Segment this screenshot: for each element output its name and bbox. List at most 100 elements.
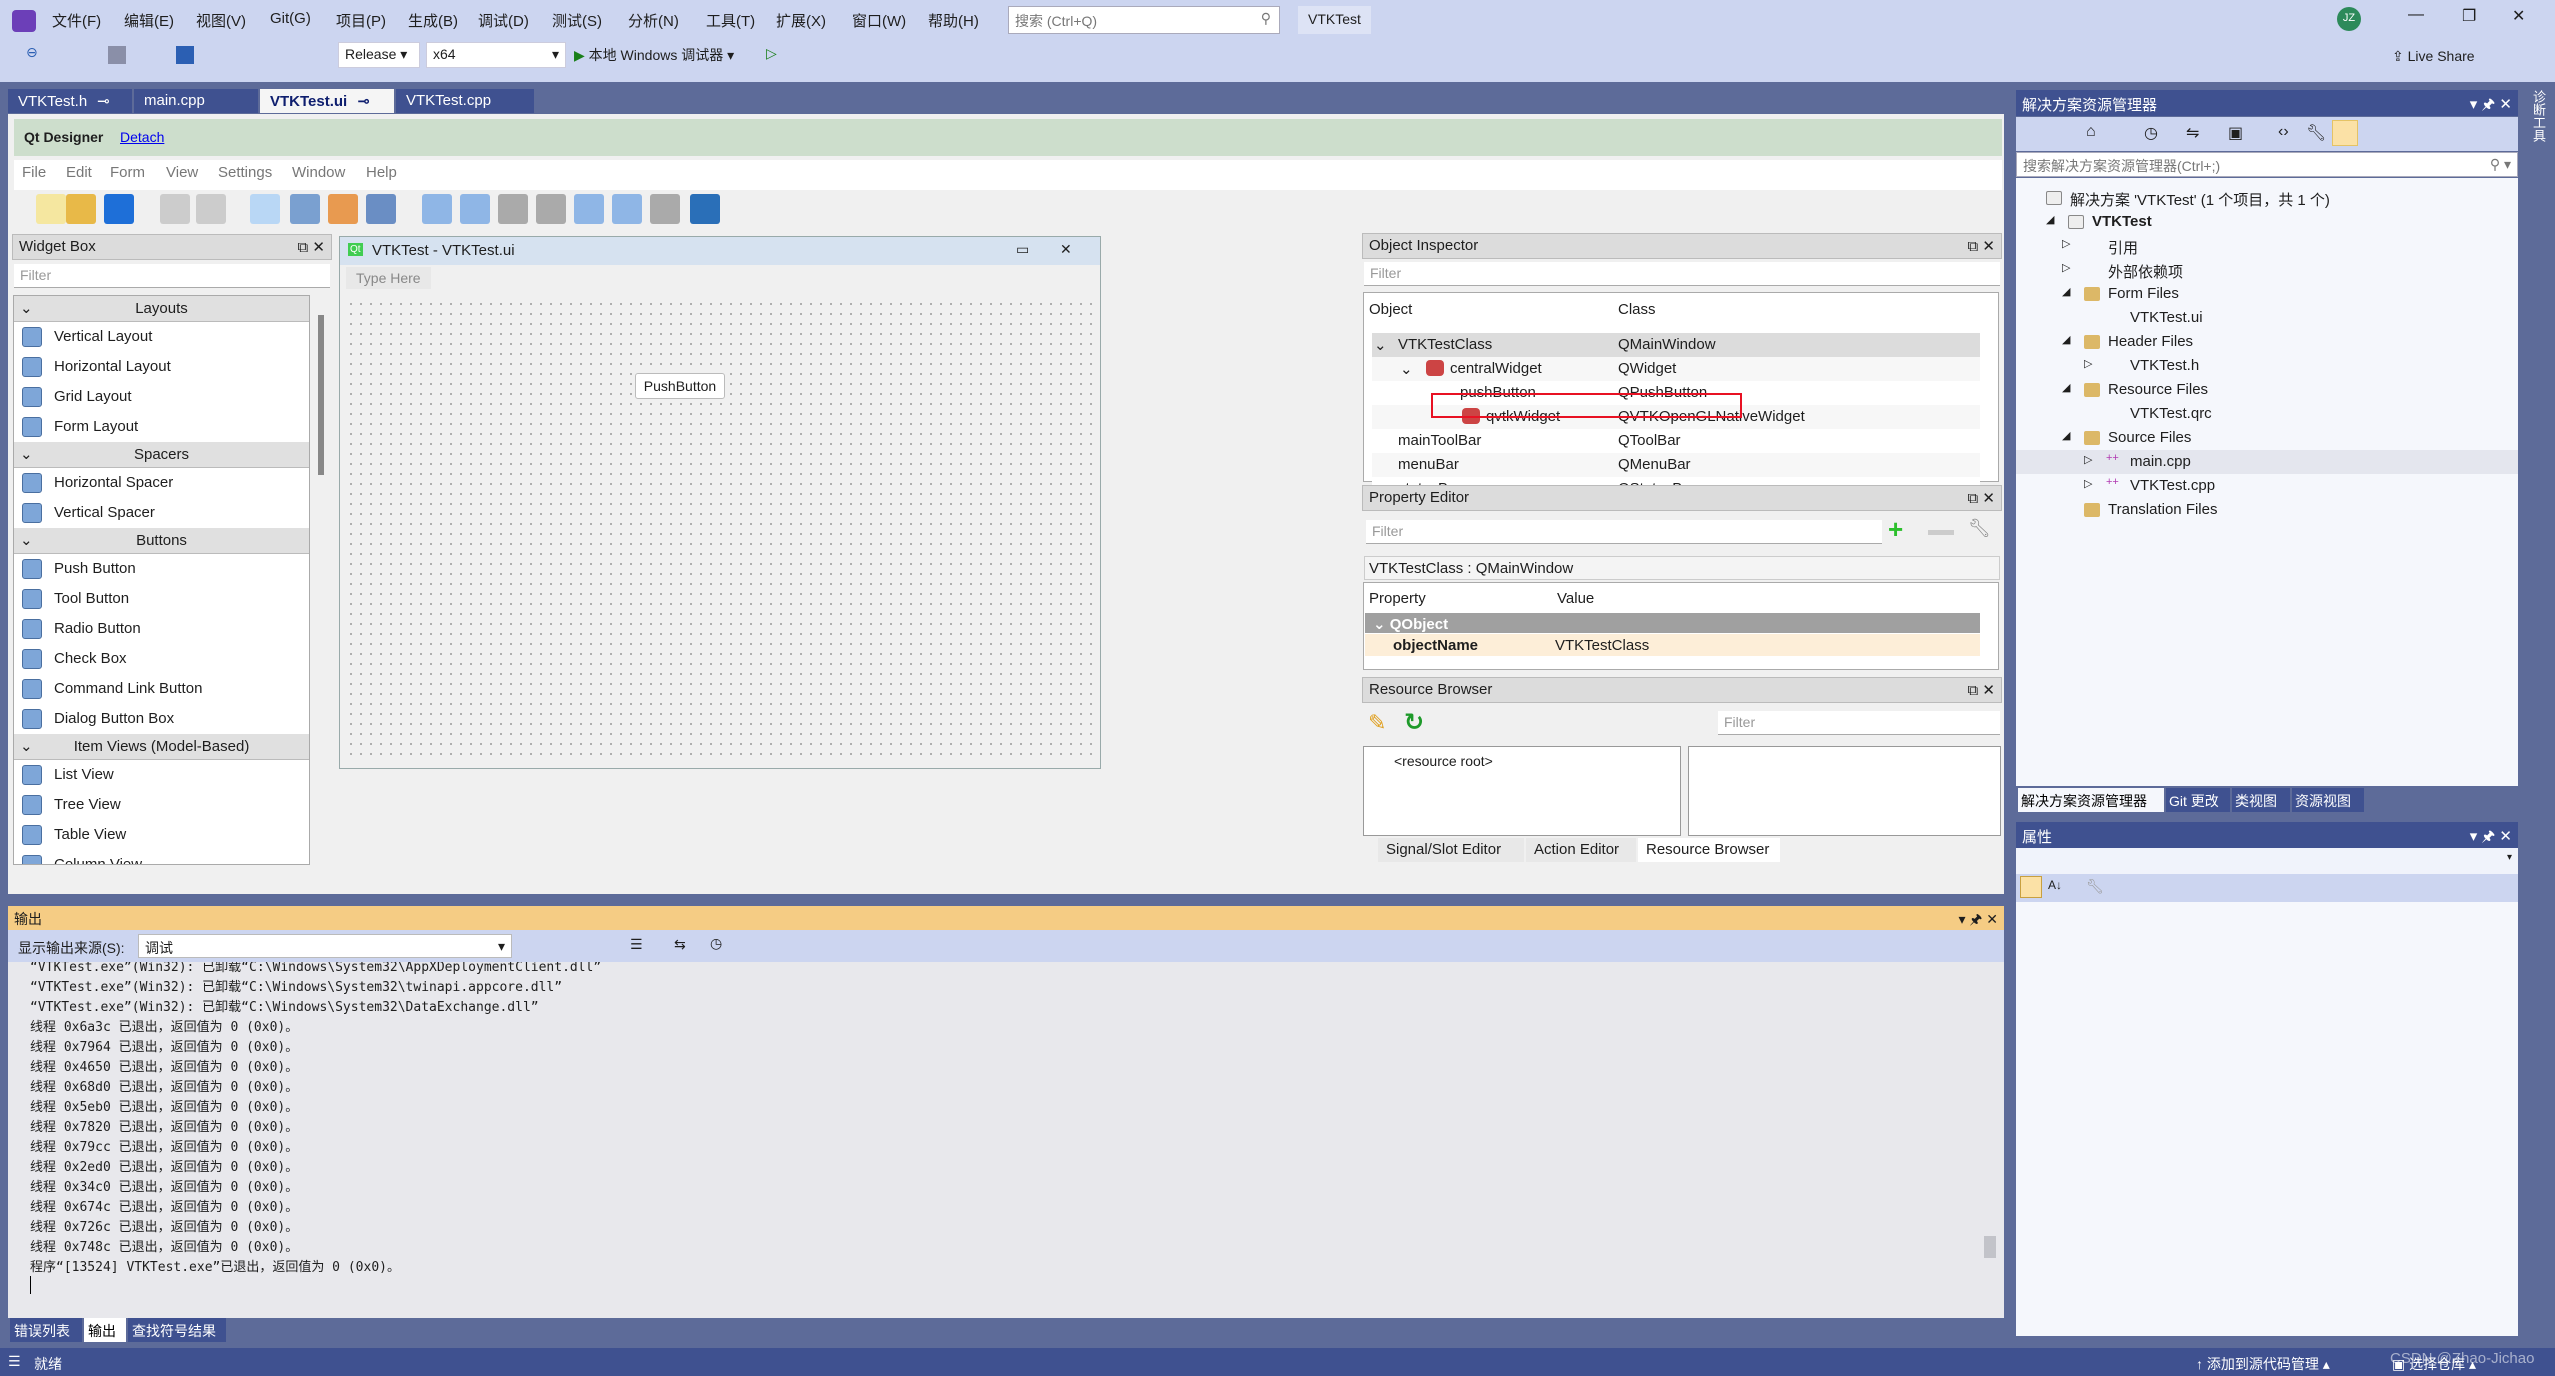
solution-tree-item[interactable]: ◢ Resource Files <box>2016 378 2518 402</box>
collapsed-arrow-icon[interactable]: ▷ <box>2084 453 2092 466</box>
doc-tab[interactable]: main.cpp <box>134 89 258 113</box>
output-scrollbar[interactable] <box>1984 1236 1996 1258</box>
solution-panel-tab[interactable]: 解决方案资源管理器 <box>2018 788 2164 812</box>
output-tab[interactable]: 错误列表 <box>10 1318 82 1342</box>
history-icon[interactable]: ◷ <box>2144 123 2158 143</box>
menu-item[interactable]: 生成(B) <box>408 10 458 31</box>
widget-category[interactable]: ⌄ Item Views (Model-Based) <box>14 734 309 760</box>
widget-category[interactable]: ⌄ Buttons <box>14 528 309 554</box>
minimize-button[interactable]: — <box>2408 6 2424 24</box>
new-form-icon[interactable] <box>36 194 66 224</box>
doc-tab[interactable]: VTKTest.cpp <box>396 89 534 113</box>
designer-tab[interactable]: Resource Browser <box>1638 838 1780 862</box>
save-form-icon[interactable] <box>104 194 134 224</box>
designer-menu-item[interactable]: Settings <box>218 164 272 181</box>
categorized-icon[interactable] <box>2020 876 2042 898</box>
menu-item[interactable]: 项目(P) <box>336 10 386 31</box>
menu-item[interactable]: 帮助(H) <box>928 10 979 31</box>
edit-buddies-icon[interactable] <box>328 194 358 224</box>
home-icon[interactable]: ⌂ <box>2086 123 2096 141</box>
start-without-debug-icon[interactable]: ▷ <box>766 45 777 62</box>
solution-search-input[interactable]: 搜索解决方案资源管理器(Ctrl+;) ⚲ ▾ <box>2016 152 2518 177</box>
chevron-down-icon[interactable]: ⌄ <box>1400 360 1413 378</box>
solution-tree-item[interactable]: ▷ ++ VTKTest.cpp <box>2016 474 2518 498</box>
expanded-arrow-icon[interactable]: ◢ <box>2062 381 2070 394</box>
widget-item[interactable]: Vertical Spacer <box>14 498 309 528</box>
widget-item[interactable]: Tool Button <box>14 584 309 614</box>
restore-button[interactable]: ❐ <box>2462 6 2476 26</box>
output-tab[interactable]: 查找符号结果 <box>128 1318 226 1342</box>
object-row[interactable]: ⌄ VTKTestClass QMainWindow <box>1372 333 1980 357</box>
object-row[interactable]: mainToolBar QToolBar <box>1372 429 1980 453</box>
property-group-qobject[interactable]: ⌄ QObject <box>1365 613 1980 633</box>
solution-tree-item[interactable]: ◢ Source Files <box>2016 426 2518 450</box>
layout-h-splitter-icon[interactable] <box>498 194 528 224</box>
solution-panel-tab[interactable]: 资源视图 <box>2292 788 2364 812</box>
widget-filter-input[interactable]: Filter <box>14 264 330 288</box>
expanded-arrow-icon[interactable]: ◢ <box>2062 333 2070 346</box>
edit-resources-pencil-icon[interactable]: ✎ <box>1368 710 1386 736</box>
break-layout-icon[interactable] <box>650 194 680 224</box>
widget-item[interactable]: Tree View <box>14 790 309 820</box>
widget-item[interactable]: Horizontal Spacer <box>14 468 309 498</box>
designer-menu-item[interactable]: Form <box>110 164 145 181</box>
widget-item[interactable]: Form Layout <box>14 412 309 442</box>
widget-item[interactable]: List View <box>14 760 309 790</box>
widget-category[interactable]: ⌄ Layouts <box>14 296 309 322</box>
open-form-icon[interactable] <box>66 194 96 224</box>
new-project-icon[interactable] <box>108 46 126 64</box>
edit-tab-order-icon[interactable] <box>366 194 396 224</box>
chevron-down-icon[interactable]: ⌄ <box>1374 336 1387 354</box>
expanded-arrow-icon[interactable]: ◢ <box>2062 429 2070 442</box>
alphabetical-icon[interactable]: A↓ <box>2048 878 2062 892</box>
solution-tree-item[interactable]: ▷ 外部依赖项 <box>2016 258 2518 282</box>
designer-menu-item[interactable]: Help <box>366 164 397 181</box>
menu-item[interactable]: 视图(V) <box>196 10 246 31</box>
adjust-size-icon[interactable] <box>690 194 720 224</box>
property-pages-icon[interactable]: 🔧︎ <box>2086 878 2104 895</box>
widget-item[interactable]: Table View <box>14 820 309 850</box>
add-source-control-button[interactable]: ↑ 添加到源代码管理 ▴ <box>2196 1354 2330 1374</box>
designer-menu-item[interactable]: Window <box>292 164 345 181</box>
widget-item[interactable]: Check Box <box>14 644 309 674</box>
sync-icon[interactable]: ⇋ <box>2186 123 2199 143</box>
solution-tree-item[interactable]: ▷ ++ main.cpp <box>2016 450 2518 474</box>
menu-item[interactable]: 工具(T) <box>706 10 755 31</box>
code-view-icon[interactable]: ‹› <box>2278 123 2289 141</box>
platform-dropdown[interactable]: x64 ▾ <box>426 42 566 68</box>
solution-tree-item[interactable]: ◢ VTKTest <box>2016 210 2518 234</box>
back-icon[interactable]: ⊖ <box>26 44 38 61</box>
widget-item[interactable]: Grid Layout <box>14 382 309 412</box>
menu-item[interactable]: 编辑(E) <box>124 10 174 31</box>
remove-property-icon[interactable] <box>1928 530 1954 535</box>
menu-item[interactable]: 测试(S) <box>552 10 602 31</box>
output-source-dropdown[interactable]: 调试 ▾ <box>138 934 512 958</box>
layout-form-icon[interactable] <box>612 194 642 224</box>
collapsed-arrow-icon[interactable]: ▷ <box>2062 261 2070 274</box>
configure-wrench-icon[interactable]: 🔧︎ <box>1968 518 1991 539</box>
run-debugger-button[interactable]: ▶ 本地 Windows 调试器 ▾ <box>574 45 734 65</box>
timestamp-clock-icon[interactable]: ◷ <box>710 935 722 952</box>
solution-tree-item[interactable]: ▷ VTKTest.h <box>2016 354 2518 378</box>
close-icon[interactable]: ⧉ ✕ <box>298 238 325 256</box>
output-text[interactable]: “VTKTest.exe”(Win32): 已卸载“C:\Windows\Sys… <box>8 962 2004 1318</box>
designer-menu-item[interactable]: Edit <box>66 164 92 181</box>
object-row[interactable]: menuBar QMenuBar <box>1372 453 1980 477</box>
widget-item[interactable]: Vertical Layout <box>14 322 309 352</box>
close-icon[interactable]: ⧉ ✕ <box>1968 489 1995 507</box>
solution-tree-item[interactable]: VTKTest.qrc <box>2016 402 2518 426</box>
object-filter-input[interactable]: Filter <box>1364 262 2000 286</box>
properties-object-dropdown[interactable]: ▾ <box>2016 848 2518 874</box>
form-minimize-button[interactable]: ▭ <box>1016 241 1029 258</box>
layout-vertical-icon[interactable] <box>460 194 490 224</box>
menu-item[interactable]: 分析(N) <box>628 10 679 31</box>
layout-grid-icon[interactable] <box>574 194 604 224</box>
widget-item[interactable]: Column View <box>14 850 309 864</box>
pin-icon[interactable]: ⊸ <box>97 93 110 110</box>
designer-tab[interactable]: Signal/Slot Editor <box>1378 838 1524 862</box>
menu-item[interactable]: 文件(F) <box>52 10 101 31</box>
resource-filter-input[interactable]: Filter <box>1718 711 2000 735</box>
designer-menu-item[interactable]: View <box>166 164 198 181</box>
widget-list-scrollbar[interactable] <box>318 315 324 475</box>
col-class-header[interactable]: Class <box>1618 301 1656 318</box>
